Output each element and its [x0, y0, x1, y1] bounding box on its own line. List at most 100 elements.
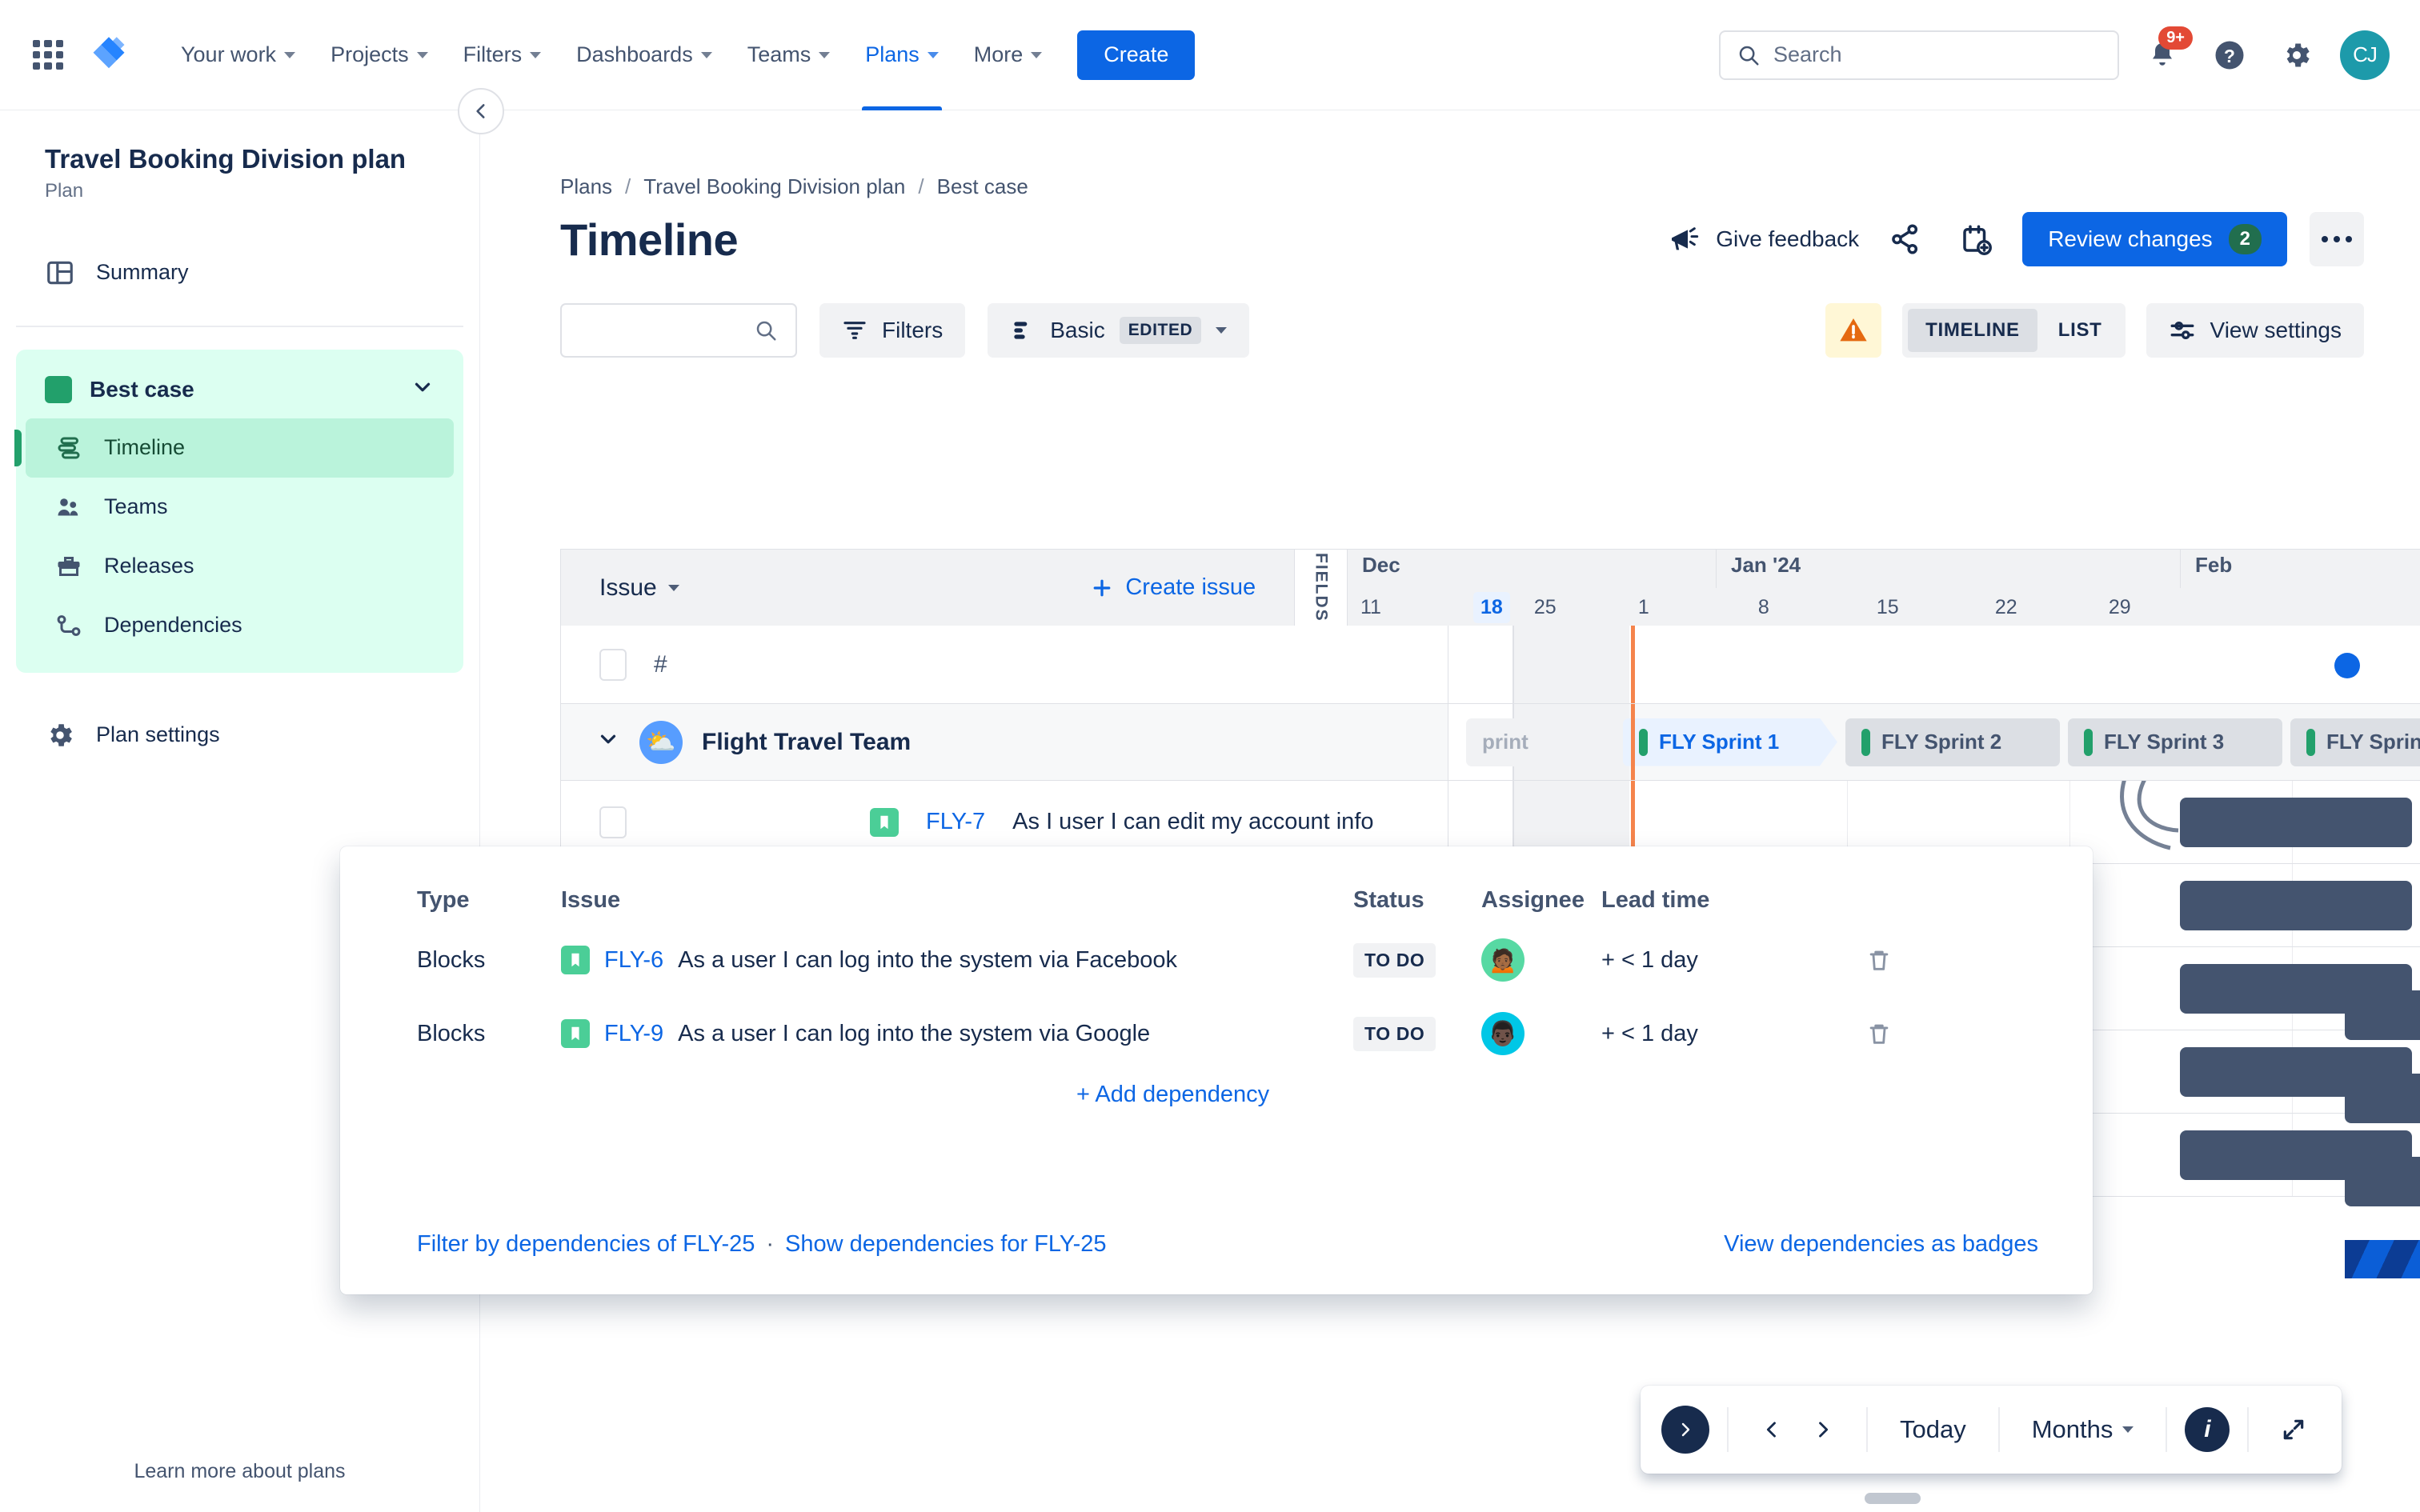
breadcrumb-plans[interactable]: Plans: [560, 174, 612, 199]
jira-logo-icon[interactable]: [88, 34, 130, 76]
timeline-bar[interactable]: [2180, 881, 2412, 930]
fields-column-header[interactable]: FIELDS: [1294, 550, 1348, 626]
add-to-calendar-button[interactable]: [1952, 215, 2000, 263]
nav-item-your-work[interactable]: Your work: [163, 0, 313, 110]
sidebar-item-plan-settings[interactable]: Plan settings: [0, 705, 479, 766]
global-nav-right-group: Search 9+ ? CJ: [1719, 26, 2390, 80]
sidebar-item-releases[interactable]: Releases: [26, 537, 454, 596]
search-placeholder: Search: [1773, 42, 1842, 66]
chevron-down-icon: [284, 51, 296, 58]
sprint-pill-active[interactable]: FLY Sprint 1: [1623, 718, 1837, 766]
create-issue-button[interactable]: Create issue: [1090, 574, 1256, 601]
timeline-month: Dec: [1362, 553, 1400, 577]
scroll-right-button[interactable]: [1797, 1418, 1849, 1441]
issue-key[interactable]: FLY-7: [926, 809, 985, 835]
sprint-pill[interactable]: FLY Sprint 3: [2068, 718, 2282, 766]
sidebar-item-dependencies[interactable]: Dependencies: [26, 596, 454, 655]
search-icon: [1739, 46, 1759, 65]
release-marker-dot[interactable]: [2334, 653, 2360, 678]
nav-item-projects[interactable]: Projects: [313, 0, 446, 110]
scroll-left-button[interactable]: [1746, 1418, 1797, 1441]
sidebar-item-summary[interactable]: Summary: [0, 242, 479, 303]
user-avatar[interactable]: CJ: [2340, 30, 2390, 80]
select-all-checkbox[interactable]: [599, 648, 627, 681]
create-button[interactable]: Create: [1077, 30, 1196, 80]
delete-dependency-button[interactable]: [1865, 1020, 1961, 1047]
timeline-bar[interactable]: [2180, 798, 2412, 847]
settings-button[interactable]: [2273, 31, 2321, 79]
group-row-flight-travel-team[interactable]: ⛅ Flight Travel Team print FLY Sprint 1 …: [560, 704, 2420, 781]
add-dependency-button[interactable]: + Add dependency: [340, 1082, 2093, 1108]
timeline-bar[interactable]: [2345, 1074, 2420, 1123]
collapse-sidebar-button[interactable]: [458, 88, 504, 134]
share-button[interactable]: [1881, 215, 1929, 263]
search-input[interactable]: Search: [1719, 30, 2119, 80]
delete-dependency-button[interactable]: [1865, 946, 1961, 974]
nav-item-teams[interactable]: Teams: [730, 0, 848, 110]
dependency-popup: Type Issue Status Assignee Lead time Blo…: [340, 846, 2093, 1294]
filters-button[interactable]: Filters: [819, 303, 966, 358]
nav-item-more[interactable]: More: [956, 0, 1060, 110]
view-mode-button[interactable]: Basic EDITED: [988, 303, 1250, 358]
toolbar-right-group: TIMELINE LIST View settings: [1825, 303, 2364, 358]
timeline-day: 25: [1533, 595, 1557, 618]
more-options-icon[interactable]: [2310, 212, 2364, 266]
scenario-header[interactable]: Best case: [16, 361, 463, 418]
sprint-pill[interactable]: FLY Sprint 2: [1845, 718, 2060, 766]
nav-item-plans[interactable]: Plans: [847, 0, 956, 110]
nav-item-filters[interactable]: Filters: [446, 0, 559, 110]
tab-timeline[interactable]: TIMELINE: [1908, 309, 2037, 352]
review-changes-label: Review changes: [2048, 226, 2213, 251]
filter-dependencies-link[interactable]: Filter by dependencies of FLY-25: [417, 1231, 755, 1258]
info-button[interactable]: i: [2185, 1407, 2230, 1452]
warning-button[interactable]: [1825, 303, 1882, 358]
review-changes-button[interactable]: Review changes 2: [2022, 212, 2287, 266]
avatar[interactable]: 🙍🏾: [1481, 938, 1525, 982]
sidebar-item-teams[interactable]: Teams: [26, 478, 454, 537]
app-switcher-icon[interactable]: [30, 38, 66, 73]
sliders-icon: [2170, 321, 2194, 340]
chevron-down-icon[interactable]: [596, 727, 620, 757]
avatar[interactable]: 👨🏿: [1481, 1012, 1525, 1055]
issue-key[interactable]: FLY-6: [604, 947, 663, 974]
issue-key[interactable]: FLY-9: [604, 1021, 663, 1047]
issue-search-input[interactable]: [560, 303, 797, 358]
nav-item-dashboards[interactable]: Dashboards: [559, 0, 730, 110]
today-marker-line: [1631, 704, 1635, 780]
breadcrumb-plan-name[interactable]: Travel Booking Division plan: [643, 174, 905, 199]
horizontal-scrollbar[interactable]: [1865, 1493, 1921, 1504]
help-button[interactable]: ?: [2206, 31, 2254, 79]
fullscreen-button[interactable]: [2266, 1417, 2321, 1442]
breadcrumb-scenario[interactable]: Best case: [937, 174, 1028, 199]
sidebar-item-timeline[interactable]: Timeline: [14, 418, 454, 478]
release-bar[interactable]: [2345, 1240, 2420, 1278]
view-dependencies-badges-link[interactable]: View dependencies as badges: [1724, 1231, 2038, 1258]
sprint-pill[interactable]: FLY Sprin: [2290, 718, 2420, 766]
today-button[interactable]: Today: [1885, 1415, 1981, 1444]
sprint-pill[interactable]: print: [1466, 718, 1610, 766]
team-avatar: ⛅: [639, 720, 683, 764]
timeline-bar[interactable]: [2345, 990, 2420, 1040]
give-feedback-button[interactable]: Give feedback: [1668, 223, 1859, 255]
notifications-button[interactable]: 9+: [2138, 26, 2193, 79]
timeline-day: 15: [1876, 595, 1899, 618]
dependency-lead-time[interactable]: + < 1 day: [1601, 1021, 1865, 1047]
timeline-day: 1: [1637, 595, 1649, 618]
zoom-level-selector[interactable]: Months: [2017, 1415, 2149, 1444]
dependency-status: TO DO: [1353, 942, 1481, 978]
row-checkbox[interactable]: [599, 806, 627, 838]
chevron-down-icon[interactable]: [667, 584, 679, 591]
show-dependencies-link[interactable]: Show dependencies for FLY-25: [785, 1231, 1106, 1258]
tab-list[interactable]: LIST: [2041, 309, 2120, 352]
timeline-bar[interactable]: [2345, 1157, 2420, 1206]
dependency-lead-time[interactable]: + < 1 day: [1601, 947, 1865, 974]
chevron-down-icon: [2122, 1426, 2134, 1433]
filters-label: Filters: [882, 318, 944, 342]
chevron-down-icon[interactable]: [411, 375, 435, 403]
divider: [2166, 1407, 2168, 1452]
expand-panel-button[interactable]: [1661, 1406, 1709, 1454]
learn-more-link[interactable]: Learn more about plans: [0, 1460, 479, 1483]
sprint-status-pin: [2084, 728, 2093, 756]
view-settings-button[interactable]: View settings: [2146, 303, 2364, 358]
dependency-type: Blocks: [417, 946, 486, 973]
